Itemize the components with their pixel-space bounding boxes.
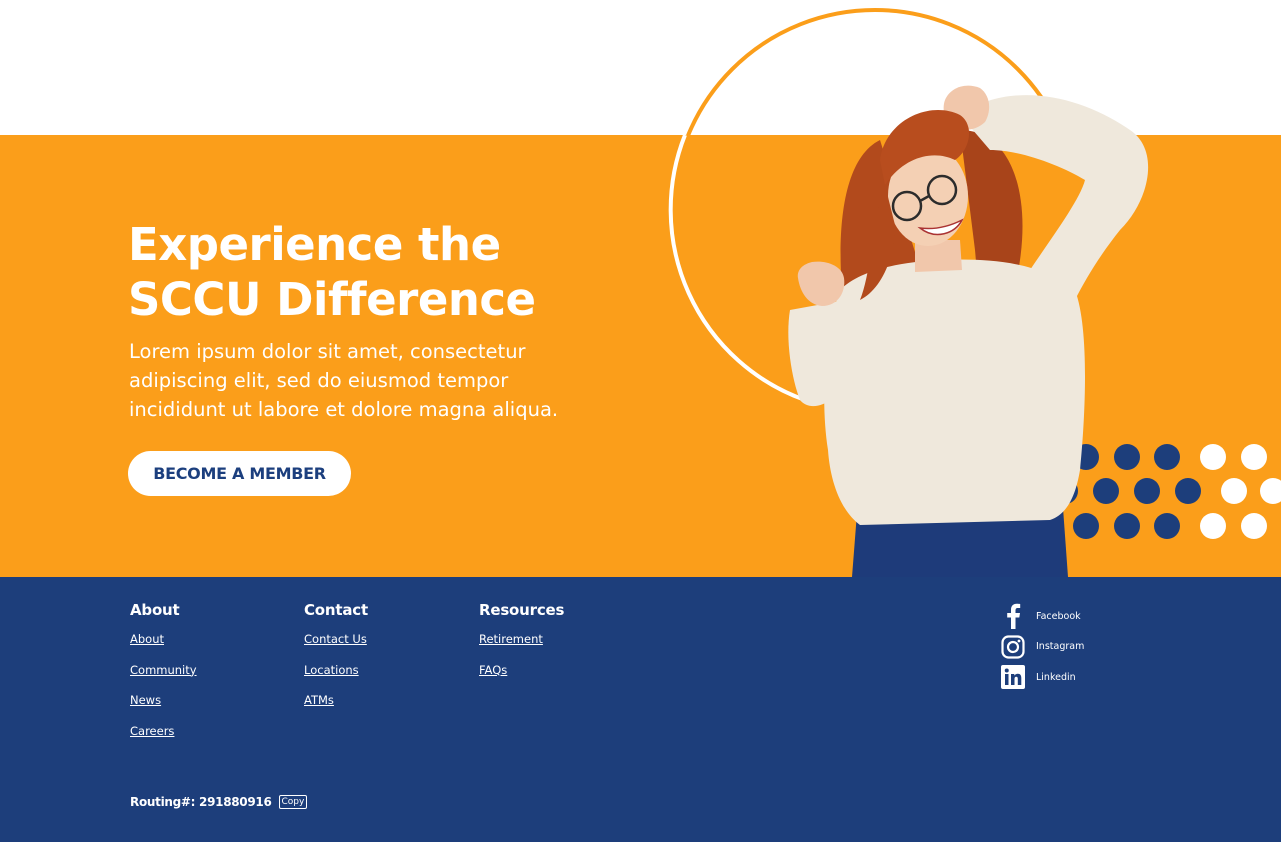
- footer-link-retirement[interactable]: Retirement: [479, 632, 564, 646]
- hero-title: Experience the SCCU Difference: [128, 217, 648, 327]
- routing-number: Routing#: 291880916 Copy: [130, 795, 308, 809]
- copy-routing-button[interactable]: Copy: [278, 795, 308, 809]
- hero-banner: Experience the SCCU Difference Lorem ips…: [0, 135, 1281, 577]
- site-footer: About About Community News Careers Conta…: [0, 577, 1281, 842]
- linkedin-icon: [1000, 664, 1026, 690]
- top-white-area: [0, 0, 1281, 135]
- footer-link-careers[interactable]: Careers: [130, 724, 197, 738]
- footer-link-locations[interactable]: Locations: [304, 663, 368, 677]
- footer-heading-contact: Contact: [304, 601, 368, 619]
- footer-column-contact: Contact Contact Us Locations ATMs: [304, 601, 368, 724]
- social-links: Facebook Instagram Linkedin: [1000, 601, 1084, 693]
- hero-title-line-2: SCCU Difference: [128, 273, 536, 326]
- become-a-member-button[interactable]: BECOME A MEMBER: [128, 451, 351, 496]
- footer-link-contact-us[interactable]: Contact Us: [304, 632, 368, 646]
- routing-number-text: Routing#: 291880916: [130, 795, 272, 809]
- social-link-instagram[interactable]: Instagram: [1000, 632, 1084, 663]
- footer-link-atms[interactable]: ATMs: [304, 693, 368, 707]
- hero-title-line-1: Experience the: [128, 218, 501, 271]
- instagram-icon: [1000, 634, 1026, 660]
- footer-column-about: About About Community News Careers: [130, 601, 197, 754]
- footer-link-about[interactable]: About: [130, 632, 197, 646]
- footer-link-news[interactable]: News: [130, 693, 197, 707]
- social-link-facebook[interactable]: Facebook: [1000, 601, 1084, 632]
- footer-heading-resources: Resources: [479, 601, 565, 619]
- facebook-label: Facebook: [1036, 610, 1081, 622]
- instagram-label: Instagram: [1036, 641, 1085, 653]
- footer-link-community[interactable]: Community: [130, 663, 197, 677]
- hero-description: Lorem ipsum dolor sit amet, consectetur …: [129, 340, 559, 421]
- footer-heading-about: About: [130, 601, 180, 619]
- facebook-icon: [1000, 603, 1026, 630]
- footer-link-faqs[interactable]: FAQs: [479, 663, 564, 677]
- footer-column-resources: Resources Retirement FAQs: [479, 601, 564, 693]
- linkedin-label: Linkedin: [1036, 671, 1076, 683]
- social-link-linkedin[interactable]: Linkedin: [1000, 662, 1084, 693]
